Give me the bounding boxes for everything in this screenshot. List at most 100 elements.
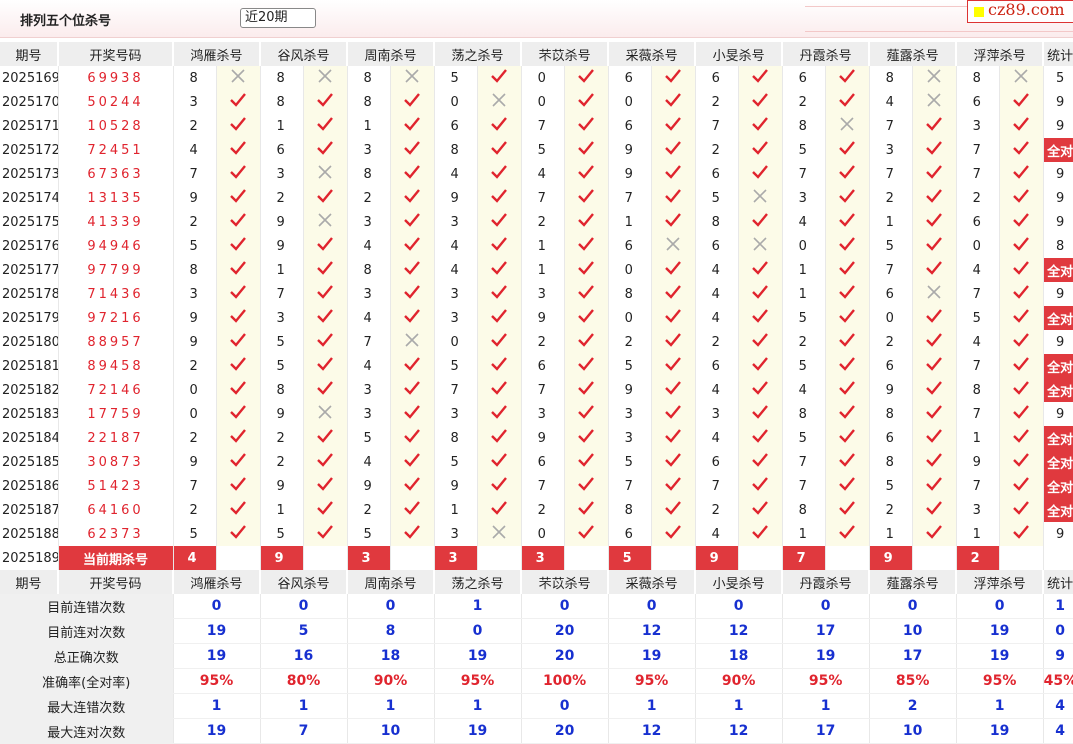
stat-label: 准确率(全对率) [0, 668, 174, 694]
check-icon [926, 477, 943, 491]
cross-icon [492, 525, 506, 539]
kill-digit-cell: 4 [695, 522, 739, 546]
kill-digit-cell: 5 [434, 450, 478, 474]
result-mark-cell [651, 66, 696, 90]
result-mark-cell [390, 402, 435, 426]
result-mark-cell [564, 258, 609, 282]
result-mark-cell [651, 282, 696, 306]
result-mark-cell [651, 258, 696, 282]
table-row: 2025171 10528 2 1 1 6 7 6 7 8 7 3 9 [0, 114, 1073, 138]
result-mark-cell [564, 330, 609, 354]
check-icon [752, 501, 769, 515]
kill-digit-cell: 3 [347, 210, 391, 234]
check-icon [317, 285, 333, 299]
stat-label: 最大连对次数 [0, 718, 174, 744]
check-icon [926, 501, 943, 515]
result-mark-cell [477, 114, 522, 138]
check-icon [665, 69, 682, 83]
kill-digit-cell: 2 [173, 210, 217, 234]
result-mark-cell [999, 234, 1044, 258]
stat-value: 1 [173, 693, 261, 719]
stat-value: 0 [782, 594, 870, 619]
result-mark-cell [303, 114, 348, 138]
column-header: 丹霞杀号 [782, 42, 871, 66]
kill-digit-cell: 6 [869, 354, 913, 378]
result-mark-cell [651, 162, 696, 186]
stats-row: 目前连错次数 0 0 0 1 0 0 0 0 0 0 1 [0, 594, 1073, 619]
kill-digit-cell: 6 [521, 450, 565, 474]
result-mark-cell [912, 66, 957, 90]
kill-digit-cell: 4 [347, 450, 391, 474]
kill-digit-cell: 5 [782, 138, 826, 162]
check-icon [839, 69, 856, 83]
result-mark-cell [390, 282, 435, 306]
check-icon [578, 213, 594, 227]
result-mark-cell [390, 210, 435, 234]
kill-digit-cell: 9 [608, 162, 652, 186]
stats-row: 最大连对次数 19 7 10 19 20 12 12 17 10 19 4 [0, 718, 1073, 744]
result-mark-cell [303, 354, 348, 378]
result-mark-cell [912, 306, 957, 330]
check-icon [578, 405, 594, 419]
result-mark-cell [999, 426, 1044, 450]
result-mark-cell [477, 450, 522, 474]
check-icon [491, 309, 507, 323]
current-kill-digit: 9 [695, 546, 739, 570]
stat-value: 5 [260, 618, 348, 644]
result-mark-cell [651, 378, 696, 402]
table-row: 2025188 62373 5 5 5 3 0 6 4 1 1 1 9 [0, 522, 1073, 546]
cross-icon [753, 237, 767, 251]
result-mark-cell [564, 378, 609, 402]
check-icon [230, 357, 246, 371]
check-icon [1013, 333, 1030, 347]
kill-digit-cell: 1 [260, 258, 304, 282]
kill-digit-cell: 7 [782, 450, 826, 474]
current-kill-digit: 3 [434, 546, 478, 570]
kill-digit-cell: 4 [782, 210, 826, 234]
result-mark-cell [912, 354, 957, 378]
check-icon [230, 477, 246, 491]
cross-icon [840, 117, 854, 131]
kill-digit-cell: 2 [869, 330, 913, 354]
kill-digit-cell: 7 [521, 474, 565, 498]
stat-cell: 9 [1043, 162, 1073, 186]
period-cell: 2025169 [0, 66, 59, 90]
check-icon [926, 453, 943, 467]
result-mark-cell [999, 66, 1044, 90]
kill-digit-cell: 4 [347, 354, 391, 378]
check-icon [230, 429, 246, 443]
check-icon [317, 309, 333, 323]
result-mark-cell [390, 378, 435, 402]
kill-digit-cell: 5 [173, 522, 217, 546]
result-mark-cell [651, 306, 696, 330]
result-mark-cell [477, 66, 522, 90]
blank-cell [477, 546, 522, 570]
check-icon [578, 69, 594, 83]
check-icon [317, 429, 333, 443]
kill-digit-cell: 8 [956, 378, 1000, 402]
kill-digit-cell: 8 [347, 66, 391, 90]
kill-digit-cell: 4 [347, 234, 391, 258]
result-mark-cell [564, 282, 609, 306]
table-row: 2025178 71436 3 7 3 3 3 8 4 1 6 7 9 [0, 282, 1073, 306]
check-icon [230, 501, 246, 515]
result-mark-cell [564, 402, 609, 426]
period-select[interactable]: 近20期 [240, 8, 316, 28]
column-header: 统计 [1043, 42, 1073, 66]
result-mark-cell [564, 498, 609, 522]
logo-square-icon [974, 7, 984, 17]
result-mark-cell [216, 306, 261, 330]
site-logo[interactable]: cz89.com [967, 0, 1073, 23]
result-mark-cell [303, 138, 348, 162]
draw-number-cell: 50244 [58, 90, 174, 114]
result-mark-cell [477, 426, 522, 450]
check-icon [317, 141, 333, 155]
result-mark-cell [651, 114, 696, 138]
stat-value: 16 [260, 643, 348, 669]
period-cell: 2025174 [0, 186, 59, 210]
result-mark-cell [216, 90, 261, 114]
kill-digit-cell: 5 [521, 138, 565, 162]
result-mark-cell [564, 234, 609, 258]
stat-value: 85% [869, 668, 957, 694]
check-icon [404, 525, 420, 539]
